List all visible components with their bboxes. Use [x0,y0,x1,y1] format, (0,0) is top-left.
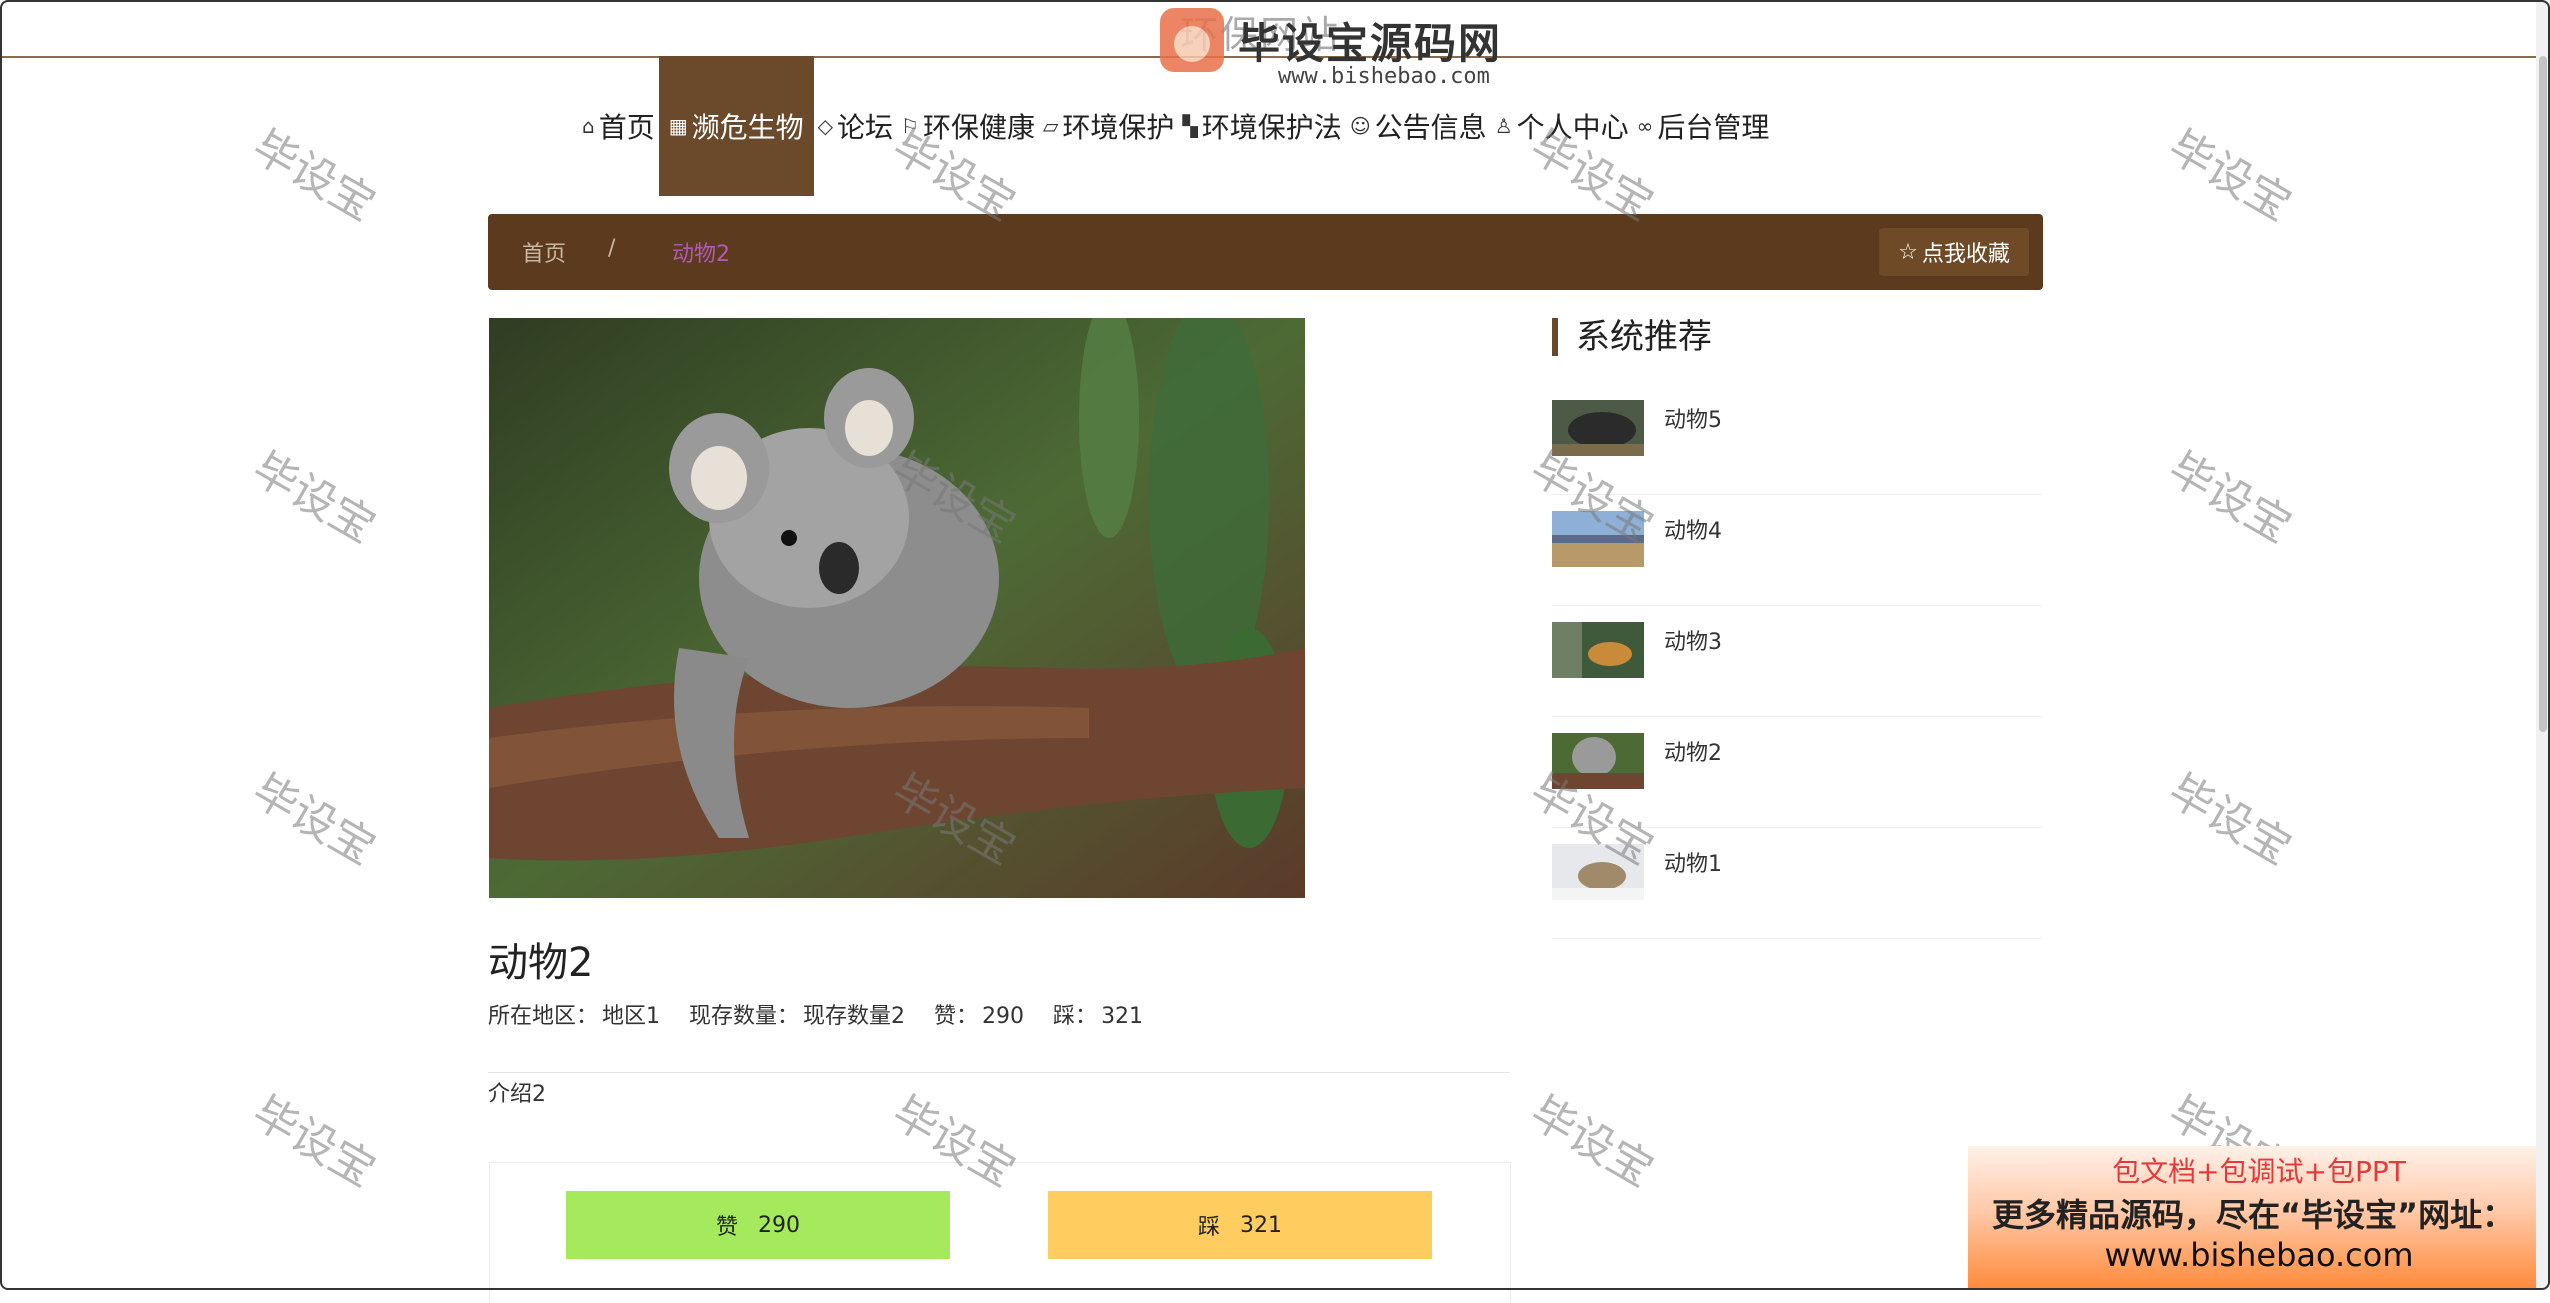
promo-line-1: 包文档+包调试+包PPT [2112,1155,2406,1188]
watermark-text: 毕设宝 [243,764,384,875]
palette-icon: ☺ [1349,114,1371,138]
favorite-button[interactable]: ☆ 点我收藏 [1879,228,2029,276]
nav-item-notices[interactable]: ☺ 公告信息 [1346,56,1491,196]
scrollbar-thumb[interactable] [2539,56,2547,732]
nav-item-home[interactable]: ⌂ 首页 [578,56,659,196]
promo-line-3: www.bishebao.com [2104,1236,2414,1274]
promo-line-2: 更多精品源码，尽在“毕设宝”网址： [1992,1196,2515,1234]
apps-icon: ▚ [1182,114,1198,138]
watermark-text: 毕设宝 [2159,764,2300,875]
breadcrumb-separator: / [608,236,616,261]
nav-item-endangered[interactable]: ▦ 濒危生物 [658,56,814,196]
region-label: 所在地区： [488,1004,599,1029]
likes-label: 赞： [934,1004,979,1029]
main-nav: ⌂ 首页 ▦ 濒危生物 ◇ 论坛 ⚐ 环保健康 ▱ 环境保护 ▚ 环境保护法 ☺ 公告信息 ♙… [578,56,1773,196]
star-icon: ☆ [1898,239,1918,265]
count-label: 现存数量： [689,1004,800,1029]
recommend-list: 动物5 动物4 动物3 动物2 动物1 [1552,384,2042,939]
count-value: 现存数量2 [803,1004,906,1029]
dislike-button[interactable]: 踩 321 [1048,1191,1432,1259]
tag-icon: ▱ [1043,114,1059,138]
recommend-thumb [1552,400,1644,456]
region-value: 地区1 [602,1004,661,1029]
link-icon: ∞ [1636,114,1654,138]
nav-item-user-center[interactable]: ♙ 个人中心 [1491,56,1633,196]
flag-icon: ⚐ [901,114,919,138]
nav-item-admin[interactable]: ∞ 后台管理 [1633,56,1774,196]
divider [488,1072,1510,1073]
nav-item-forum[interactable]: ◇ 论坛 [814,56,897,196]
animal-title: 动物2 [488,940,594,986]
grid-icon: ▦ [668,114,688,138]
breadcrumb-current: 动物2 [672,242,730,267]
koala-photo [489,318,1305,898]
recommend-item[interactable]: 动物4 [1552,495,2042,606]
page-scrollbar[interactable] [2536,0,2550,1290]
dislikes-label: 踩： [1053,1004,1098,1029]
animal-intro: 介绍2 [488,1082,546,1107]
user-icon: ♙ [1494,114,1513,138]
watermark-text: 毕设宝 [243,1086,384,1197]
recommend-item[interactable]: 动物5 [1552,384,2042,495]
recommend-item[interactable]: 动物1 [1552,828,2042,939]
breadcrumb: 首页 / 动物2 ☆ 点我收藏 [488,214,2043,290]
watermark-text: 毕设宝 [1521,1086,1662,1197]
animal-meta: 所在地区： 地区1 现存数量： 现存数量2 赞： 290 踩： 321 [488,998,1147,1030]
recommend-title: 系统推荐 [1552,318,1712,356]
watermark-text: 毕设宝 [243,442,384,553]
recommend-thumb [1552,511,1644,567]
like-button[interactable]: 赞 290 [566,1191,950,1259]
watermark-text: 毕设宝 [2159,442,2300,553]
nav-item-env-law[interactable]: ▚ 环境保护法 [1178,56,1345,196]
recommend-thumb [1552,844,1644,900]
watermark-text: 毕设宝 [243,120,384,231]
breadcrumb-home[interactable]: 首页 [522,236,566,268]
cube-icon: ◇ [817,114,834,138]
recommend-thumb [1552,733,1644,789]
likes-value: 290 [982,1004,1025,1029]
watermark-text: 毕设宝 [2159,120,2300,231]
nav-item-env-protection[interactable]: ▱ 环境保护 [1039,56,1178,196]
recommend-thumb [1552,622,1644,678]
nav-item-eco-health[interactable]: ⚐ 环保健康 [897,56,1039,196]
promo-banner[interactable]: 包文档+包调试+包PPT 更多精品源码，尽在“毕设宝”网址： www.bishe… [1968,1146,2550,1290]
animal-image [489,318,1305,898]
recommend-item[interactable]: 动物3 [1552,606,2042,717]
recommend-item[interactable]: 动物2 [1552,717,2042,828]
home-icon: ⌂ [582,114,595,138]
dislikes-value: 321 [1101,1004,1144,1029]
